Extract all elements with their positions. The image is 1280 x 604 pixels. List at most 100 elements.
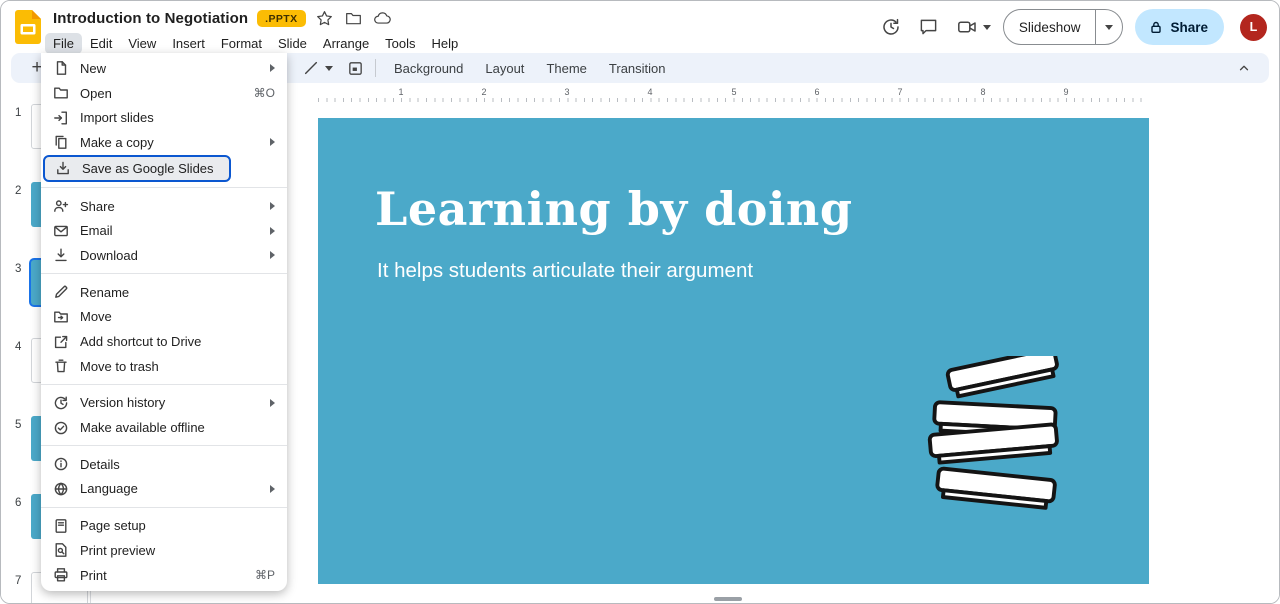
caret-down-icon: [1105, 25, 1113, 30]
move-folder-icon[interactable]: [344, 9, 364, 29]
pptx-format-badge: .PPTX: [257, 10, 305, 27]
ruler-number: 9: [1063, 87, 1068, 97]
menu-item-open[interactable]: Open ⌘O: [41, 81, 287, 106]
menu-item-email[interactable]: Email: [41, 218, 287, 243]
menu-item-save-as-google-slides[interactable]: Save as Google Slides: [41, 155, 287, 182]
file-menu: New Open ⌘O Import slides Make a copy Sa…: [41, 53, 287, 591]
camera-icon[interactable]: [954, 14, 980, 40]
collapse-toolbar-icon[interactable]: [1231, 55, 1257, 81]
star-icon[interactable]: [315, 9, 335, 29]
menu-item-make-a-copy[interactable]: Make a copy: [41, 130, 287, 155]
slide-number: 2: [15, 185, 21, 197]
trash-icon: [53, 358, 69, 374]
menu-item-add-shortcut-to-drive[interactable]: Add shortcut to Drive: [41, 329, 287, 354]
submenu-arrow-icon: [270, 399, 275, 407]
menu-divider: [41, 384, 287, 385]
email-icon: [53, 223, 69, 239]
toolbar-separator: [375, 59, 376, 77]
menu-slide[interactable]: Slide: [270, 33, 315, 54]
transition-button[interactable]: Transition: [599, 57, 676, 80]
share-person-icon: [53, 198, 69, 214]
slide-subtitle-text[interactable]: It helps students articulate their argum…: [377, 259, 753, 283]
ruler-number: 1: [398, 87, 403, 97]
background-button[interactable]: Background: [384, 57, 473, 80]
slide-number: 6: [15, 497, 21, 509]
ruler-number: 5: [731, 87, 736, 97]
slides-app-icon[interactable]: [15, 10, 41, 49]
cloud-status-icon[interactable]: [373, 9, 393, 29]
slideshow-label[interactable]: Slideshow: [1004, 10, 1096, 44]
menu-item-make-available-offline[interactable]: Make available offline: [41, 415, 287, 440]
save-as-icon: [55, 160, 71, 176]
theme-button[interactable]: Theme: [536, 57, 596, 80]
download-icon: [53, 247, 69, 263]
top-actions: Slideshow Share L: [878, 9, 1267, 45]
move-folder-icon: [53, 309, 69, 325]
ruler-number: 3: [564, 87, 569, 97]
menu-item-version-history[interactable]: Version history: [41, 391, 287, 416]
menu-item-print-preview[interactable]: Print preview: [41, 538, 287, 563]
slide-number: 3: [15, 263, 21, 275]
print-preview-icon: [53, 542, 69, 558]
menu-view[interactable]: View: [120, 33, 164, 54]
add-shortcut-icon: [53, 334, 69, 350]
open-folder-icon: [53, 85, 69, 101]
submenu-arrow-icon: [270, 64, 275, 72]
line-tool-icon[interactable]: [299, 56, 323, 80]
slide-number: 5: [15, 419, 21, 431]
globe-icon: [53, 481, 69, 497]
slideshow-button[interactable]: Slideshow: [1003, 9, 1124, 45]
camera-dropdown-caret-icon[interactable]: [983, 25, 991, 30]
slide-canvas[interactable]: Learning by doing It helps students arti…: [318, 118, 1149, 584]
horizontal-scrollbar-thumb[interactable]: [714, 597, 742, 601]
menu-item-move-to-trash[interactable]: Move to trash: [41, 354, 287, 379]
offline-check-icon: [53, 420, 69, 436]
meet-camera-group[interactable]: [954, 14, 991, 40]
info-icon: [53, 456, 69, 472]
menu-item-language[interactable]: Language: [41, 477, 287, 502]
menu-item-new[interactable]: New: [41, 56, 287, 81]
menu-item-rename[interactable]: Rename: [41, 280, 287, 305]
menu-item-page-setup[interactable]: Page setup: [41, 513, 287, 538]
ruler-number: 4: [647, 87, 652, 97]
share-label: Share: [1170, 20, 1208, 35]
menu-item-details[interactable]: Details: [41, 452, 287, 477]
menu-item-print[interactable]: Print ⌘P: [41, 563, 287, 588]
menu-item-move[interactable]: Move: [41, 305, 287, 330]
share-button[interactable]: Share: [1135, 9, 1224, 45]
menu-arrange[interactable]: Arrange: [315, 33, 377, 54]
google-slides-window: Introduction to Negotiation .PPTX: [0, 0, 1280, 604]
version-history-icon[interactable]: [878, 14, 904, 40]
menu-item-import-slides[interactable]: Import slides: [41, 105, 287, 130]
new-document-icon: [53, 60, 69, 76]
menu-format[interactable]: Format: [213, 33, 270, 54]
insert-placeholder-icon[interactable]: [343, 56, 367, 80]
menu-insert[interactable]: Insert: [164, 33, 213, 54]
menu-edit[interactable]: Edit: [82, 33, 120, 54]
shortcut-label: ⌘P: [255, 568, 275, 582]
comments-icon[interactable]: [916, 14, 942, 40]
line-tool-caret-icon[interactable]: [325, 66, 333, 71]
ruler-number: 8: [980, 87, 985, 97]
menu-file[interactable]: File: [45, 33, 82, 54]
menu-divider: [41, 187, 287, 188]
focused-item-box[interactable]: Save as Google Slides: [43, 155, 231, 182]
slide-number: 1: [15, 107, 21, 119]
slide-number: 7: [15, 575, 21, 587]
account-avatar[interactable]: L: [1240, 14, 1267, 41]
slideshow-dropdown[interactable]: [1095, 10, 1122, 44]
printer-icon: [53, 567, 69, 583]
slide-title-text[interactable]: Learning by doing: [375, 182, 853, 236]
menu-help[interactable]: Help: [424, 33, 467, 54]
horizontal-ruler: 1 2 3 4 5 6 7 8 9: [318, 87, 1149, 102]
menu-item-download[interactable]: Download: [41, 243, 287, 268]
title-area: Introduction to Negotiation .PPTX: [53, 8, 466, 54]
page-setup-icon: [53, 518, 69, 534]
menubar: File Edit View Insert Format Slide Arran…: [45, 33, 466, 54]
menu-divider: [41, 507, 287, 508]
document-title[interactable]: Introduction to Negotiation: [53, 10, 248, 27]
menu-item-share[interactable]: Share: [41, 194, 287, 219]
books-clipart[interactable]: [906, 356, 1091, 529]
menu-tools[interactable]: Tools: [377, 33, 423, 54]
layout-button[interactable]: Layout: [475, 57, 534, 80]
